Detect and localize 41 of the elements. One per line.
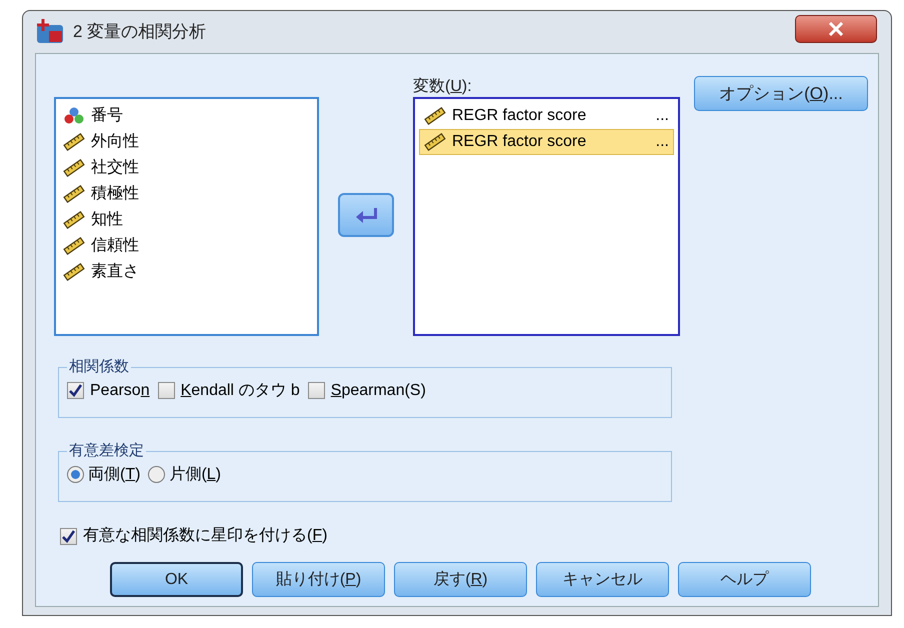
variable-item[interactable]: 積極性: [58, 181, 315, 207]
dialog-button[interactable]: 戻す(R): [394, 562, 527, 597]
variable-item[interactable]: 外向性: [58, 129, 315, 155]
app-icon: [35, 19, 65, 45]
dialog-button[interactable]: ヘルプ: [678, 562, 811, 597]
variable-item[interactable]: 社交性: [58, 155, 315, 181]
variable-item[interactable]: REGR factor score ...: [419, 103, 674, 129]
variable-item[interactable]: 番号: [58, 103, 315, 129]
close-button[interactable]: [795, 15, 877, 43]
radio-label: 両側(T): [88, 464, 140, 484]
checkbox[interactable]: [158, 382, 175, 399]
radio-label: 片側(L): [169, 464, 221, 484]
return-arrow-icon: [354, 205, 378, 225]
checkbox-label: Spearman(S): [330, 380, 426, 400]
dialog-button[interactable]: 貼り付け(P): [252, 562, 385, 597]
checkbox-label: Pearson: [90, 380, 150, 400]
circles-icon: [63, 107, 85, 125]
group-title: 相関係数: [68, 357, 130, 377]
window-title: 2 変量の相関分析: [73, 21, 206, 44]
checkbox[interactable]: [67, 382, 84, 399]
checkbox[interactable]: [60, 528, 77, 544]
checkmark-icon: [61, 528, 76, 544]
checkbox-label: Kendall のタウ b: [180, 380, 300, 400]
variable-item[interactable]: 素直さ: [58, 259, 315, 285]
checkbox-label: 有意な相関係数に星印を付ける(F): [83, 526, 328, 546]
checkmark-icon: [68, 383, 83, 398]
options-button[interactable]: オプション(O)...: [694, 76, 868, 111]
variable-item[interactable]: REGR factor score ...: [419, 129, 674, 155]
variables-label: 変数(U):: [413, 76, 473, 97]
checkbox[interactable]: [308, 382, 325, 399]
variable-item[interactable]: 信頼性: [58, 233, 315, 259]
group-title: 有意差検定: [68, 441, 145, 461]
move-button[interactable]: [338, 193, 394, 237]
variable-item[interactable]: 知性: [58, 207, 315, 233]
radio-button[interactable]: [67, 466, 84, 483]
variables-list[interactable]: REGR factor score ... REGR factor score ...: [413, 97, 680, 336]
radio-button[interactable]: [148, 466, 166, 483]
source-list[interactable]: 番号 外向性 社交性 積極性 知性 信頼性 素直さ: [54, 97, 319, 336]
dialog-button[interactable]: OK: [110, 562, 243, 597]
dialog-button[interactable]: キャンセル: [536, 562, 669, 597]
close-icon: [828, 22, 844, 36]
